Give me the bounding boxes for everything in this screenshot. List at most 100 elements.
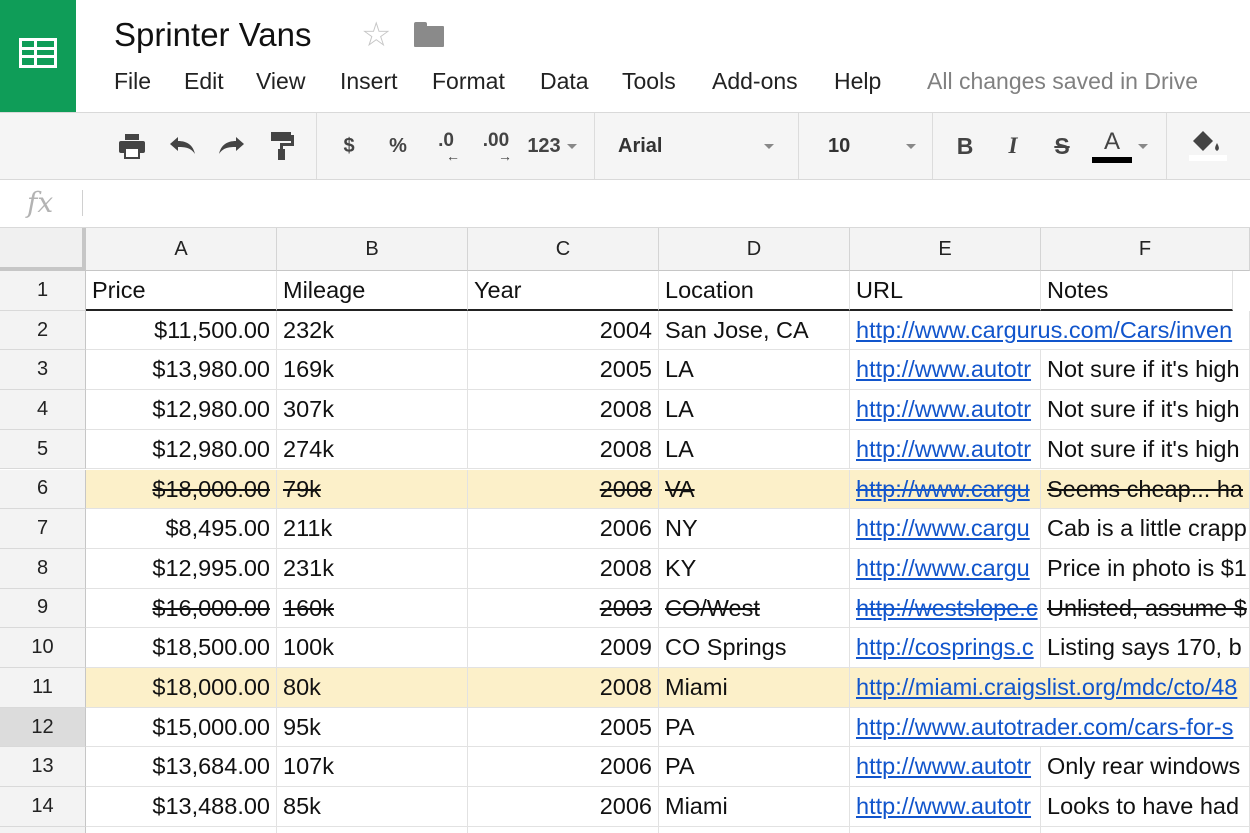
cell-b6[interactable]: 79k: [277, 469, 468, 510]
cell-a5[interactable]: $12,980.00: [86, 429, 277, 470]
text-color-button[interactable]: A: [1090, 113, 1150, 179]
column-header-c[interactable]: C: [468, 228, 659, 271]
cell-d11[interactable]: Miami: [659, 668, 850, 708]
percent-button[interactable]: %: [380, 113, 416, 179]
cell-d4[interactable]: LA: [659, 390, 850, 430]
cell-c15[interactable]: [468, 826, 659, 833]
cell-f10[interactable]: Listing says 170, b: [1041, 628, 1250, 668]
cell-b4[interactable]: 307k: [277, 390, 468, 430]
cell-d5[interactable]: LA: [659, 429, 850, 470]
font-family-dropdown[interactable]: Arial: [618, 113, 774, 179]
cell-d12[interactable]: PA: [659, 707, 850, 748]
cell-b11[interactable]: 80k: [277, 668, 468, 708]
strikethrough-button[interactable]: S: [1044, 113, 1080, 179]
cell-a4[interactable]: $12,980.00: [86, 390, 277, 430]
cell-b10[interactable]: 100k: [277, 628, 468, 668]
cell-d7[interactable]: NY: [659, 509, 850, 549]
row-header[interactable]: 9: [0, 588, 86, 629]
menu-addons[interactable]: Add-ons: [712, 68, 798, 95]
column-header-a[interactable]: A: [86, 228, 277, 271]
cell-d1[interactable]: Location: [659, 271, 850, 311]
row-header[interactable]: 1: [0, 271, 86, 311]
cell-b8[interactable]: 231k: [277, 548, 468, 589]
cell-e1[interactable]: URL: [850, 271, 1041, 311]
menu-help[interactable]: Help: [834, 68, 881, 95]
cell-e4[interactable]: http://www.autotr: [850, 390, 1041, 430]
cell-d8[interactable]: KY: [659, 548, 850, 589]
menu-file[interactable]: File: [114, 68, 151, 95]
cell-d13[interactable]: PA: [659, 747, 850, 788]
cell-a13[interactable]: $13,684.00: [86, 747, 277, 788]
cell-c8[interactable]: 2008: [468, 548, 659, 589]
cell-f8[interactable]: Price in photo is $1: [1041, 548, 1250, 589]
cell-a3[interactable]: $13,980.00: [86, 350, 277, 391]
row-header[interactable]: 4: [0, 390, 86, 430]
cell-e12[interactable]: http://www.autotrader.com/cars-for-s: [850, 707, 1250, 748]
cell-c3[interactable]: 2005: [468, 350, 659, 391]
cell-e9[interactable]: http://westslope.c: [850, 588, 1041, 629]
cell-f7[interactable]: Cab is a little crapp: [1041, 509, 1250, 549]
menu-view[interactable]: View: [256, 68, 305, 95]
print-icon[interactable]: [112, 113, 152, 179]
folder-icon[interactable]: [414, 22, 444, 47]
cell-c1[interactable]: Year: [468, 271, 659, 311]
menu-tools[interactable]: Tools: [622, 68, 676, 95]
menu-format[interactable]: Format: [432, 68, 505, 95]
cell-f15[interactable]: [1041, 826, 1250, 833]
star-icon[interactable]: ☆: [361, 17, 391, 53]
row-header[interactable]: 8: [0, 548, 86, 589]
cell-c11[interactable]: 2008: [468, 668, 659, 708]
cell-b14[interactable]: 85k: [277, 787, 468, 827]
row-header[interactable]: 6: [0, 469, 86, 510]
cell-a15[interactable]: [86, 826, 277, 833]
cell-c4[interactable]: 2008: [468, 390, 659, 430]
row-header[interactable]: 15: [0, 826, 86, 833]
menu-data[interactable]: Data: [540, 68, 589, 95]
fill-color-icon[interactable]: [1178, 113, 1240, 179]
cell-a1[interactable]: Price: [86, 271, 277, 311]
formula-input[interactable]: [95, 188, 1239, 220]
cell-e13[interactable]: http://www.autotr: [850, 747, 1041, 788]
cell-a2[interactable]: $11,500.00: [86, 310, 277, 351]
increase-decimal-button[interactable]: .00 →: [474, 113, 518, 179]
cell-e11[interactable]: http://miami.craigslist.org/mdc/cto/48: [850, 668, 1250, 708]
cell-e10[interactable]: http://cosprings.c: [850, 628, 1041, 668]
cell-c6[interactable]: 2008: [468, 469, 659, 510]
cell-a6[interactable]: $18,000.00: [86, 469, 277, 510]
document-title[interactable]: Sprinter Vans: [114, 16, 311, 54]
redo-icon[interactable]: [212, 113, 252, 179]
cell-b13[interactable]: 107k: [277, 747, 468, 788]
cell-e3[interactable]: http://www.autotr: [850, 350, 1041, 391]
select-all-corner[interactable]: [0, 228, 86, 271]
cell-d2[interactable]: San Jose, CA: [659, 310, 850, 351]
row-header[interactable]: 11: [0, 668, 86, 708]
cell-e5[interactable]: http://www.autotr: [850, 429, 1041, 470]
cell-c7[interactable]: 2006: [468, 509, 659, 549]
cell-a7[interactable]: $8,495.00: [86, 509, 277, 549]
cell-c10[interactable]: 2009: [468, 628, 659, 668]
cell-e2[interactable]: http://www.cargurus.com/Cars/inven: [850, 310, 1250, 351]
column-header-b[interactable]: B: [277, 228, 468, 271]
cell-f6[interactable]: Seems cheap... ha: [1041, 469, 1250, 510]
cell-d15[interactable]: [659, 826, 850, 833]
cell-f4[interactable]: Not sure if it's high: [1041, 390, 1250, 430]
cell-c5[interactable]: 2008: [468, 429, 659, 470]
cell-d14[interactable]: Miami: [659, 787, 850, 827]
row-header[interactable]: 13: [0, 747, 86, 788]
row-header[interactable]: 3: [0, 350, 86, 391]
row-header[interactable]: 10: [0, 628, 86, 668]
more-formats-dropdown[interactable]: 123: [522, 113, 582, 179]
cell-a10[interactable]: $18,500.00: [86, 628, 277, 668]
row-header[interactable]: 7: [0, 509, 86, 549]
menu-edit[interactable]: Edit: [184, 68, 224, 95]
cell-e7[interactable]: http://www.cargu: [850, 509, 1041, 549]
cell-f5[interactable]: Not sure if it's high: [1041, 429, 1250, 470]
cell-e14[interactable]: http://www.autotr: [850, 787, 1041, 827]
cell-e8[interactable]: http://www.cargu: [850, 548, 1041, 589]
cell-f14[interactable]: Looks to have had: [1041, 787, 1250, 827]
cell-d9[interactable]: CO/West: [659, 588, 850, 629]
cell-e6[interactable]: http://www.cargu: [850, 469, 1041, 510]
cell-f9[interactable]: Unlisted, assume $: [1041, 588, 1250, 629]
cell-b2[interactable]: 232k: [277, 310, 468, 351]
row-header[interactable]: 12: [0, 707, 86, 748]
